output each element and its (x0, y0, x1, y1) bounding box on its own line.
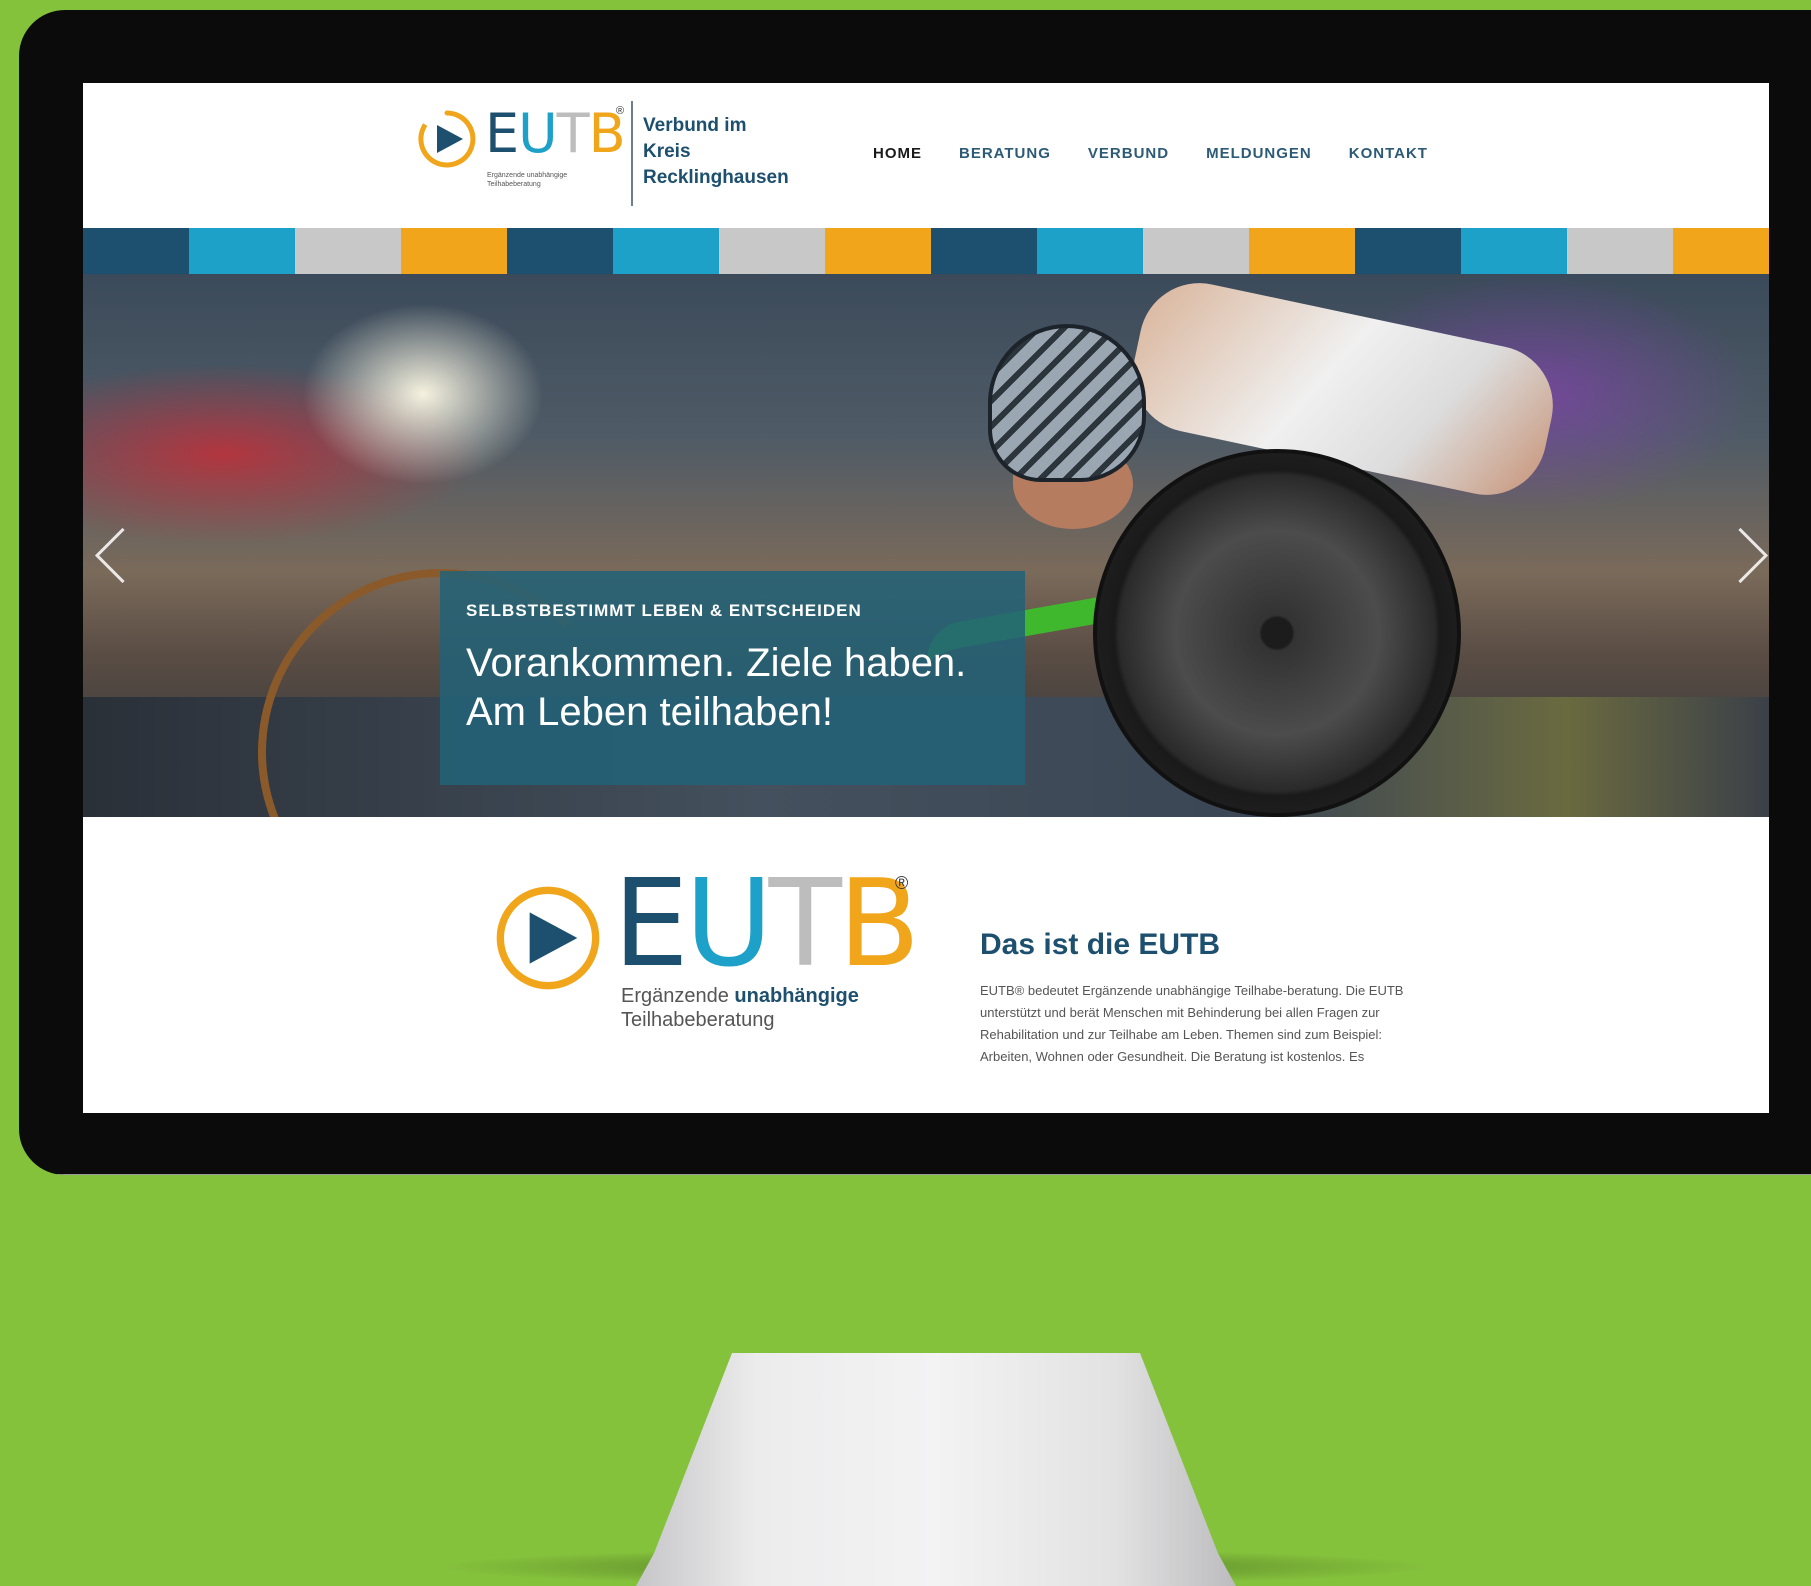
brand-text: Verbund im Kreis Recklinghausen (643, 115, 789, 188)
about-section: Das ist die EUTB EUTB® bedeutet Ergänzen… (980, 928, 1410, 1068)
logo-letter-u: U (518, 102, 558, 165)
stripe-block (295, 228, 401, 274)
stripe-block (931, 228, 1037, 274)
stripe-block (1249, 228, 1355, 274)
registered-mark: ® (895, 873, 909, 893)
hero-headline: Vorankommen. Ziele haben. Am Leben teilh… (466, 639, 1026, 737)
stripe-block (1567, 228, 1673, 274)
large-logo-wordmark: EUTB (613, 865, 920, 985)
logo-subtitle: Ergänzende unabhängige Teilhabeberatung (487, 171, 617, 189)
stripe-block (1673, 228, 1769, 274)
stripe-block (189, 228, 295, 274)
logo-subtitle-line2: Teilhabeberatung (487, 181, 541, 188)
logo-subtitle-line1: Ergänzende unabhängige (487, 172, 568, 179)
stripe-block (1143, 228, 1249, 274)
registered-mark: ® (616, 105, 625, 117)
stripe-block (83, 228, 189, 274)
stripe-block (507, 228, 613, 274)
large-logo-subtitle-line2: Teilhabeberatung (621, 1009, 775, 1031)
website-screen: EUTB ® Ergänzende unabhängige Teilhabebe… (83, 83, 1769, 1113)
main-nav: HOME BERATUNG VERBUND MELDUNGEN KONTAKT (873, 145, 1465, 162)
play-circle-logo-icon (418, 110, 476, 168)
large-logo-subtitle-prefix: Ergänzende (621, 985, 735, 1007)
monitor-chin (19, 1174, 1811, 1175)
nav-kontakt[interactable]: KONTAKT (1349, 145, 1428, 162)
nav-meldungen[interactable]: MELDUNGEN (1206, 145, 1312, 162)
nav-verbund[interactable]: VERBUND (1088, 145, 1169, 162)
nav-home[interactable]: HOME (873, 145, 922, 162)
color-stripe (83, 228, 1769, 274)
about-title: Das ist die EUTB (980, 928, 1221, 961)
monitor-stand (636, 1353, 1236, 1586)
stripe-block (1037, 228, 1143, 274)
hero-kicker: SELBSTBESTIMMT LEBEN & ENTSCHEIDEN (466, 601, 862, 620)
stripe-block (401, 228, 507, 274)
large-logo-letter-e: E (613, 855, 689, 994)
hero-caption: SELBSTBESTIMMT LEBEN & ENTSCHEIDEN Voran… (440, 571, 1025, 785)
stripe-block (1355, 228, 1461, 274)
stripe-block (1461, 228, 1567, 274)
stripe-block (613, 228, 719, 274)
chevron-right-icon[interactable] (1712, 527, 1769, 584)
hero-slider: SELBSTBESTIMMT LEBEN & ENTSCHEIDEN Voran… (83, 274, 1769, 817)
site-header: EUTB ® Ergänzende unabhängige Teilhabebe… (83, 83, 1769, 228)
chevron-left-icon[interactable] (94, 527, 151, 584)
play-circle-logo-icon (496, 886, 600, 990)
logo-letter-e: E (485, 102, 519, 165)
stripe-block (825, 228, 931, 274)
hero-headline-line2: Am Leben teilhaben! (466, 690, 833, 734)
large-logo-subtitle-bold: unabhängige (734, 985, 859, 1007)
hero-wheel (1093, 449, 1461, 817)
large-logo-subtitle: Ergänzende unabhängige (621, 985, 859, 1008)
logo-divider (631, 101, 633, 206)
about-text: EUTB® bedeutet Ergänzende unabhängige Te… (980, 983, 1404, 1064)
logo-wordmark: EUTB (485, 107, 626, 161)
hero-headline-line1: Vorankommen. Ziele haben. (466, 641, 967, 685)
large-logo-letter-u: U (684, 855, 773, 994)
stripe-block (719, 228, 825, 274)
logo-letter-t: T (556, 102, 590, 165)
nav-beratung[interactable]: BERATUNG (959, 145, 1051, 162)
large-logo-letter-t: T (768, 855, 842, 994)
hero-helmet (988, 324, 1146, 482)
